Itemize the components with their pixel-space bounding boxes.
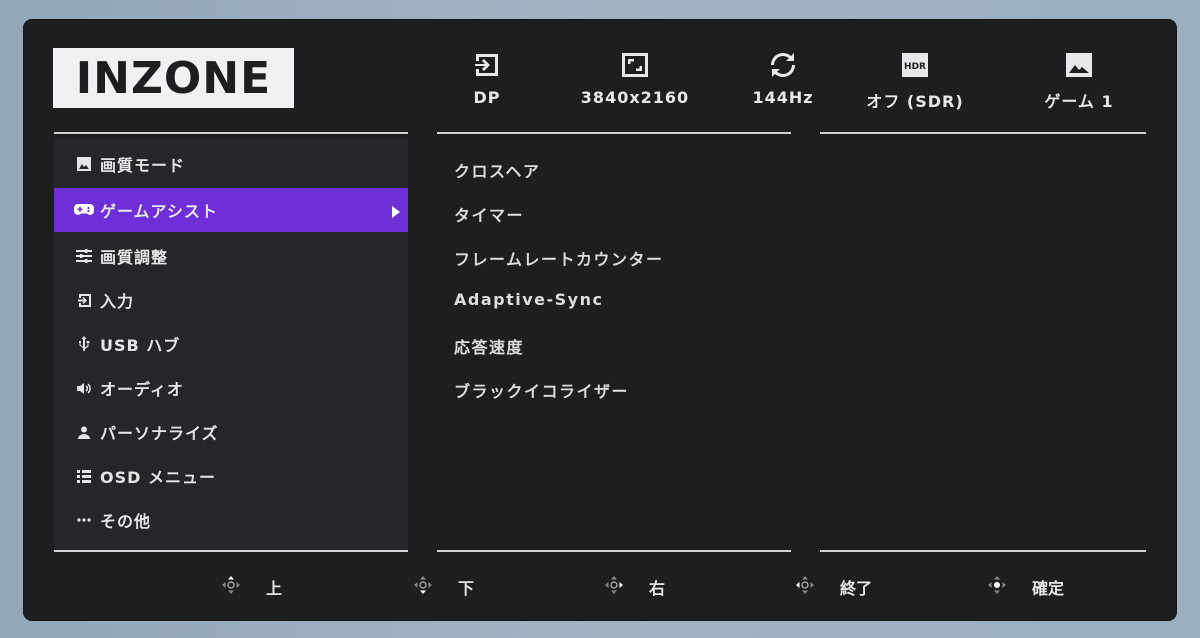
menu-item-label: 画質モード: [100, 156, 186, 175]
refresh-rate-icon: [768, 50, 798, 80]
nav-hint-label: 右: [649, 579, 666, 598]
menu-item-picture-mode[interactable]: 画質モード: [54, 142, 408, 186]
menu-item-label: その他: [100, 512, 152, 531]
status-input-label: DP: [473, 88, 501, 107]
nav-hint-label: 確定: [1032, 579, 1065, 598]
submenu-item-adaptive-sync[interactable]: Adaptive-Sync: [454, 290, 603, 309]
menu-item-picture-adjust[interactable]: 画質調整: [54, 234, 408, 278]
menu-item-label: USB ハブ: [100, 336, 181, 355]
nav-hint-exit: 終了: [796, 575, 872, 599]
divider-bottom-middle: [437, 550, 791, 552]
joystick-down-icon: [414, 576, 432, 598]
menu-item-label: ゲームアシスト: [100, 202, 218, 221]
joystick-left-icon: [796, 576, 814, 598]
hdr-icon: HDR: [902, 50, 928, 80]
nav-hint-label: 上: [266, 579, 283, 598]
nav-hint-confirm: 確定: [988, 575, 1064, 599]
nav-hint-label: 下: [458, 579, 475, 598]
submenu-item-black-equalizer[interactable]: ブラックイコライザー: [454, 378, 629, 402]
menu-item-label: 入力: [100, 292, 135, 311]
gamepad-icon: [74, 203, 94, 217]
status-hdr-label: オフ (SDR): [866, 92, 964, 111]
submenu-item-crosshair[interactable]: クロスヘア: [454, 158, 540, 182]
status-picture-mode-label: ゲーム 1: [1044, 92, 1114, 111]
list-icon: [74, 469, 94, 483]
hdr-icon-text: HDR: [904, 62, 926, 72]
usb-icon: [74, 336, 94, 352]
nav-hint-right: 右: [605, 575, 665, 599]
divider-bottom-left: [54, 550, 408, 552]
menu-item-label: オーディオ: [100, 380, 184, 399]
submenu-item-response-time[interactable]: 応答速度: [454, 334, 524, 358]
menu-item-label: OSD メニュー: [100, 468, 216, 487]
inzone-logo: INZONE: [53, 48, 294, 108]
menu-item-game-assist[interactable]: ゲームアシスト: [54, 188, 408, 232]
divider-top-left: [54, 132, 408, 134]
speaker-icon: [74, 382, 94, 395]
status-picture-mode: ゲーム 1: [999, 50, 1159, 114]
submenu-item-frame-rate-counter[interactable]: フレームレートカウンター: [454, 246, 664, 270]
status-hdr: HDR オフ (SDR): [835, 50, 995, 114]
status-resolution: 3840x2160: [555, 50, 715, 114]
status-input: DP: [407, 50, 567, 114]
nav-hint-down: 下: [414, 575, 474, 599]
menu-item-input[interactable]: 入力: [54, 278, 408, 322]
menu-item-osd-menu[interactable]: OSD メニュー: [54, 454, 408, 498]
joystick-press-icon: [988, 576, 1006, 598]
chevron-right-icon: [392, 203, 400, 222]
main-menu: 画質モード ゲームアシスト 画質調整 入力 USB ハブ オーディオ パーソナラ…: [54, 138, 408, 550]
status-resolution-label: 3840x2160: [580, 88, 690, 107]
resolution-icon: [622, 50, 648, 80]
osd-panel: INZONE DP 3840x2160 144Hz HDR オフ (SDR) ゲ…: [24, 20, 1176, 620]
nav-hint-label: 終了: [840, 579, 873, 598]
input-icon: [473, 50, 501, 80]
menu-item-audio[interactable]: オーディオ: [54, 366, 408, 410]
joystick-right-icon: [605, 576, 623, 598]
menu-item-personalize[interactable]: パーソナライズ: [54, 410, 408, 454]
person-icon: [74, 426, 94, 439]
input-icon: [74, 293, 94, 308]
menu-item-label: 画質調整: [100, 248, 169, 267]
divider-top-middle: [437, 132, 791, 134]
sliders-icon: [74, 249, 94, 263]
picture-icon: [1066, 50, 1092, 80]
divider-bottom-right: [820, 550, 1146, 552]
menu-item-usb-hub[interactable]: USB ハブ: [54, 322, 408, 366]
logo-text: INZONE: [75, 52, 272, 104]
submenu-item-timer[interactable]: タイマー: [454, 202, 524, 226]
divider-top-right: [820, 132, 1146, 134]
status-refresh-rate-label: 144Hz: [752, 88, 814, 107]
picture-icon: [74, 157, 94, 171]
menu-item-other[interactable]: その他: [54, 498, 408, 542]
menu-item-label: パーソナライズ: [100, 424, 219, 443]
nav-hint-up: 上: [222, 575, 282, 599]
joystick-up-icon: [222, 576, 240, 598]
more-icon: [74, 518, 94, 522]
